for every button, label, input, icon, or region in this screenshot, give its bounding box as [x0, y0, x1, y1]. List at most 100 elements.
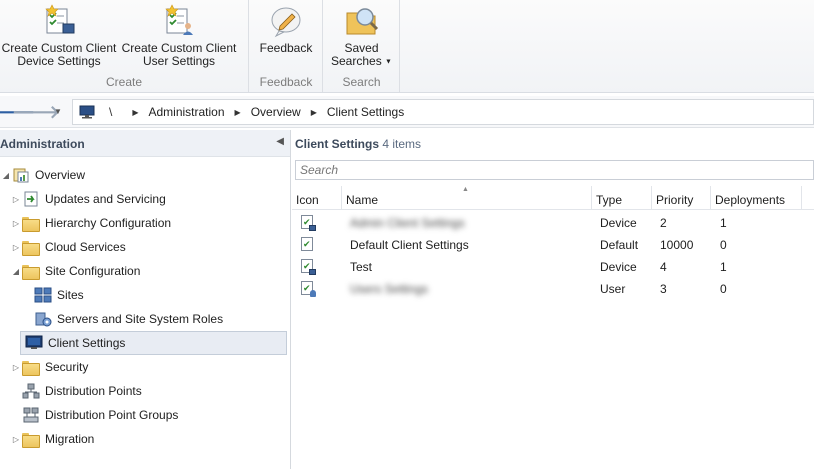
table-row[interactable]: ✔ Default Client Settings Default 10000 … [292, 234, 814, 256]
ribbon-group-search: Saved Searches ▼ Search [324, 0, 400, 92]
ribbon: Create Custom Client Device Settings Cre… [0, 0, 814, 93]
breadcrumb-item-overview[interactable]: Overview [251, 105, 301, 119]
folder-icon [22, 431, 40, 448]
search-input[interactable]: Search [295, 160, 814, 180]
history-dropdown-button[interactable]: ▼ [54, 107, 62, 116]
tree-item-label: Client Settings [48, 336, 126, 350]
tree-item-label: Security [45, 360, 89, 374]
row-priority: 3 [660, 282, 667, 296]
folder-icon [22, 239, 40, 256]
ribbon-button-label: Feedback [259, 41, 313, 55]
details-pane-title: Client Settings [295, 137, 380, 151]
breadcrumb-item-administration[interactable]: Administration [149, 105, 225, 119]
tree-item-overview[interactable]: ◢ Overview [0, 163, 85, 187]
row-priority: 4 [660, 260, 667, 274]
tree-item-distribution-point-groups[interactable]: Distribution Point Groups [22, 403, 178, 427]
ribbon-group-label: Search [342, 75, 381, 89]
row-deployments: 1 [720, 260, 727, 274]
feedback-icon [271, 7, 301, 38]
row-type: Device [600, 260, 637, 274]
row-deployments: 1 [720, 216, 727, 230]
ribbon-group-create: Create Custom Client Device Settings Cre… [0, 0, 249, 92]
ribbon-button-label: Device Settings [17, 54, 101, 68]
folder-icon [22, 263, 40, 280]
navigation-bar: 🡐 🡒 ▼ \ ▶ Administration ▶ Overview ▶ Cl… [0, 96, 814, 128]
collapsed-arrow-icon[interactable]: ▷ [10, 435, 22, 444]
servers-icon [35, 312, 52, 327]
navigation-pane-title: Administration [0, 137, 85, 151]
console-root-icon[interactable] [79, 105, 95, 119]
forward-button[interactable]: 🡒 [12, 101, 60, 123]
table-row[interactable]: ✔ Users Settings User 3 0 [292, 278, 814, 300]
column-header-icon[interactable]: Icon [292, 186, 342, 210]
row-name: Users Settings [350, 282, 429, 296]
tree-item-label: Distribution Point Groups [45, 408, 179, 422]
column-header-priority[interactable]: Priority [652, 186, 711, 210]
table-row[interactable]: ✔ Test Device 4 1 [292, 256, 814, 278]
folder-icon [22, 359, 40, 376]
saved-searches-button[interactable]: Saved Searches ▼ [324, 4, 399, 68]
details-pane-header: Client Settings 4 items [292, 130, 814, 157]
row-deployments: 0 [720, 282, 727, 296]
tree-item-label: Overview [35, 168, 86, 182]
collapsed-arrow-icon[interactable]: ▷ [10, 363, 22, 372]
row-name: Admin Client Settings [350, 216, 465, 230]
ribbon-group-label: Create [105, 75, 143, 89]
chevron-right-icon[interactable]: ▶ [235, 108, 241, 117]
tree-item-label: Distribution Points [45, 384, 142, 398]
create-custom-client-user-settings-button[interactable]: Create Custom Client User Settings [120, 4, 238, 68]
feedback-button[interactable]: Feedback [250, 4, 322, 55]
chevron-right-icon[interactable]: ▶ [132, 108, 138, 117]
collapsed-arrow-icon[interactable]: ▷ [10, 219, 22, 228]
column-header-name[interactable]: Name [342, 186, 592, 210]
tree-item-servers-and-site-system-roles[interactable]: Servers and Site System Roles [34, 307, 223, 331]
breadcrumb-item-client-settings[interactable]: Client Settings [327, 105, 404, 119]
chevron-right-icon[interactable]: ▶ [311, 108, 317, 117]
ribbon-button-label: Searches [331, 54, 382, 68]
tree-item-label: Sites [57, 288, 84, 302]
collapse-pane-button[interactable]: ◀ [276, 136, 284, 147]
distribution-point-groups-icon [23, 407, 39, 423]
overview-icon [13, 168, 29, 183]
tree-item-distribution-points[interactable]: Distribution Points [22, 379, 142, 403]
updates-icon [24, 191, 38, 207]
table-row[interactable]: ✔ Admin Client Settings Device 2 1 [292, 212, 814, 234]
details-pane: Client Settings 4 items Search ▲ Icon Na… [292, 130, 814, 469]
tree-item-security[interactable]: ▷ Security [10, 355, 88, 379]
user-settings-icon: ✔ [300, 281, 316, 297]
ribbon-group-feedback: Feedback Feedback [250, 0, 323, 92]
column-header-type[interactable]: Type [592, 186, 652, 210]
default-settings-icon: ✔ [300, 237, 316, 253]
tree-item-sites[interactable]: Sites [34, 283, 84, 307]
expanded-arrow-icon[interactable]: ◢ [10, 267, 22, 276]
folder-icon [22, 215, 40, 232]
collapsed-arrow-icon[interactable]: ▷ [10, 243, 22, 252]
device-settings-icon: ✔ [300, 215, 316, 231]
ribbon-group-label: Feedback [259, 75, 313, 89]
collapsed-arrow-icon[interactable]: ▷ [10, 195, 22, 204]
tree-item-client-settings[interactable]: Client Settings [20, 331, 287, 355]
expanded-arrow-icon[interactable]: ◢ [0, 171, 12, 180]
create-custom-client-device-settings-button[interactable]: Create Custom Client Device Settings [0, 4, 118, 68]
column-header-deployments[interactable]: Deployments [711, 186, 802, 210]
tree-item-hierarchy-configuration[interactable]: ▷ Hierarchy Configuration [10, 211, 171, 235]
tree-item-cloud-services[interactable]: ▷ Cloud Services [10, 235, 126, 259]
saved-searches-icon [346, 8, 378, 35]
row-type: Device [600, 216, 637, 230]
chevron-down-icon: ▼ [385, 58, 392, 66]
tree-item-site-configuration[interactable]: ◢ Site Configuration [10, 259, 140, 283]
item-count: 4 items [382, 137, 422, 151]
navigation-pane-header: Administration ◀ [0, 130, 290, 157]
tree-item-updates-and-servicing[interactable]: ▷ Updates and Servicing [10, 187, 166, 211]
device-settings-icon [45, 4, 75, 34]
row-priority: 10000 [660, 238, 694, 252]
breadcrumb-root[interactable]: \ [109, 105, 112, 119]
ribbon-button-label: User Settings [142, 54, 216, 68]
client-settings-icon [25, 335, 43, 349]
distribution-points-icon [22, 383, 40, 399]
sites-icon [34, 287, 52, 303]
grid-header: ▲ Icon Name Type Priority Deployments [292, 186, 814, 210]
tree-item-migration[interactable]: ▷ Migration [10, 427, 94, 451]
row-deployments: 0 [720, 238, 727, 252]
row-name: Default Client Settings [350, 238, 469, 252]
